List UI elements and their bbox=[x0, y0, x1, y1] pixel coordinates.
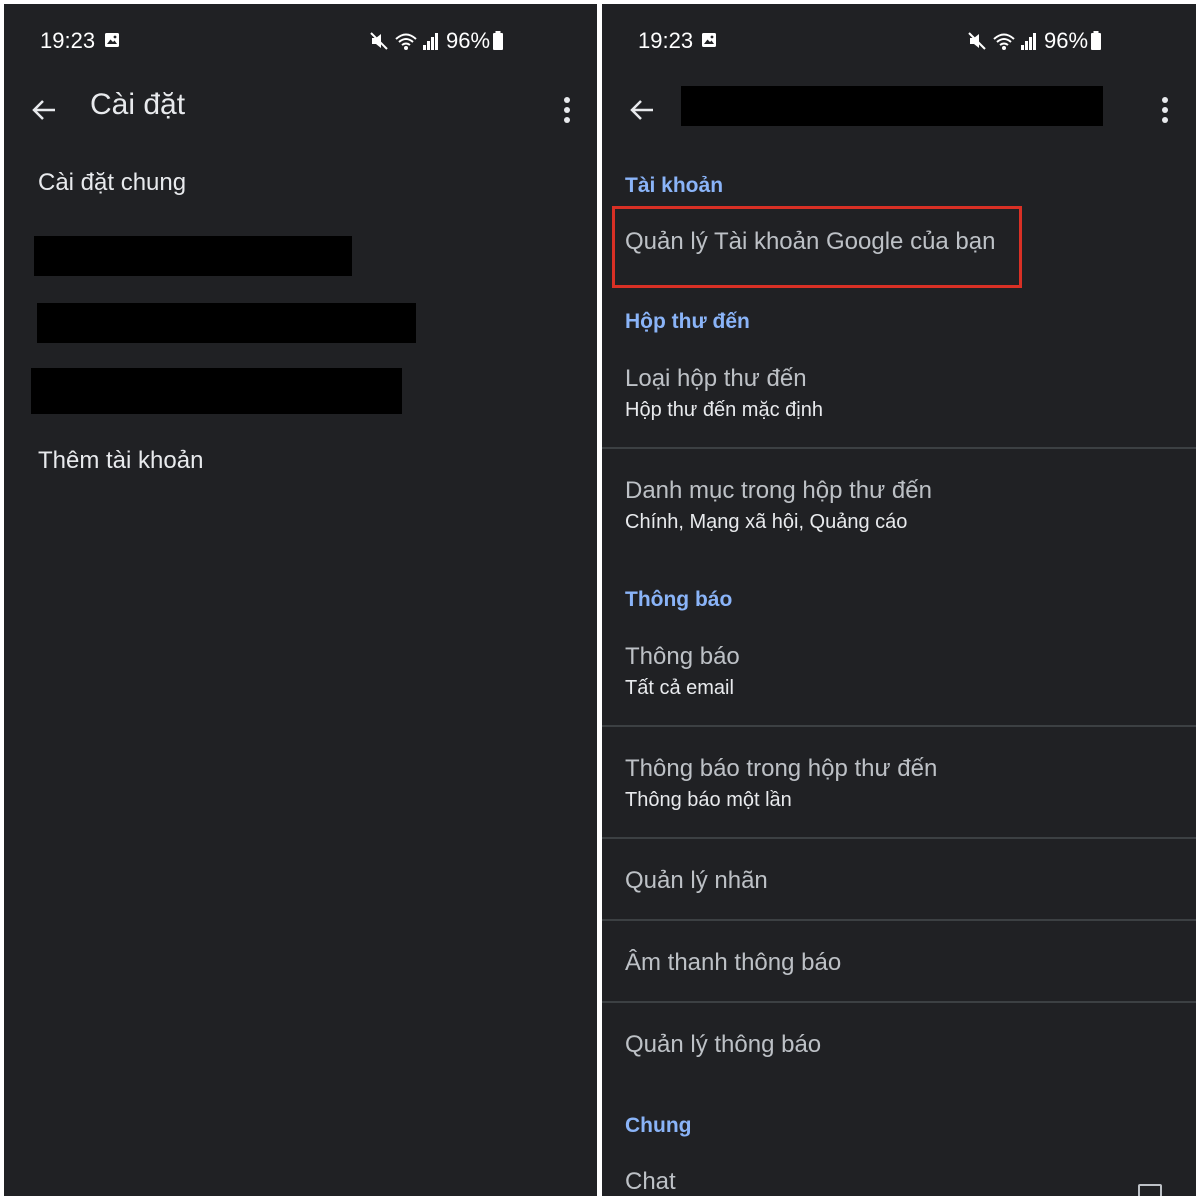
chat-checkbox[interactable] bbox=[1138, 1184, 1162, 1196]
divider bbox=[602, 725, 1196, 727]
settings-screen: 19:23 96% Cài đặt Cài đặt chung Thêm tài… bbox=[4, 4, 597, 1196]
gallery-icon bbox=[702, 33, 716, 47]
more-options-icon[interactable] bbox=[1145, 90, 1185, 130]
signal-icon bbox=[1021, 33, 1036, 50]
inbox-type-title[interactable]: Loại hộp thư đến bbox=[625, 365, 807, 393]
battery-icon bbox=[493, 31, 504, 50]
add-account-item[interactable]: Thêm tài khoản bbox=[38, 447, 203, 475]
inbox-notifications-subtitle: Thông báo một lần bbox=[625, 789, 792, 811]
highlight-box bbox=[612, 206, 1022, 288]
battery-icon bbox=[1091, 31, 1102, 50]
signal-icon bbox=[423, 33, 438, 50]
battery-percent: 96% bbox=[446, 28, 491, 53]
mute-icon bbox=[968, 32, 986, 50]
section-header-inbox: Hộp thư đến bbox=[625, 310, 750, 333]
divider bbox=[602, 919, 1196, 921]
status-time: 19:23 bbox=[40, 28, 96, 53]
redacted-account-1[interactable] bbox=[34, 236, 352, 276]
section-header-account: Tài khoản bbox=[625, 174, 724, 197]
status-time: 19:23 bbox=[638, 28, 694, 53]
redacted-account-2[interactable] bbox=[37, 303, 416, 343]
more-options-icon[interactable] bbox=[547, 90, 587, 130]
section-header-general: Chung bbox=[625, 1114, 692, 1137]
inbox-type-subtitle: Hộp thư đến mặc định bbox=[625, 399, 823, 421]
account-settings-screen: 19:23 96% Tài khoản Quản lý Tài khoản Go… bbox=[602, 4, 1196, 1196]
inbox-categories-title[interactable]: Danh mục trong hộp thư đến bbox=[625, 477, 932, 505]
notifications-title[interactable]: Thông báo bbox=[625, 643, 740, 671]
inbox-notifications-title[interactable]: Thông báo trong hộp thư đến bbox=[625, 755, 937, 783]
manage-labels-item[interactable]: Quản lý nhãn bbox=[625, 867, 768, 895]
divider bbox=[602, 1001, 1196, 1003]
divider bbox=[602, 837, 1196, 839]
redacted-account-3[interactable] bbox=[31, 368, 402, 414]
back-arrow-icon[interactable] bbox=[622, 90, 662, 130]
battery-percent: 96% bbox=[1044, 28, 1089, 53]
manage-notifications-item[interactable]: Quản lý thông báo bbox=[625, 1031, 821, 1059]
redacted-account-email bbox=[681, 86, 1103, 126]
status-bar: 19:23 96% bbox=[4, 4, 597, 84]
inbox-categories-subtitle: Chính, Mạng xã hội, Quảng cáo bbox=[625, 511, 908, 533]
wifi-icon bbox=[993, 33, 1015, 50]
mute-icon bbox=[370, 32, 388, 50]
divider bbox=[602, 447, 1196, 449]
status-indicators: 96% bbox=[966, 28, 1102, 54]
gallery-icon bbox=[105, 33, 119, 47]
general-settings-item[interactable]: Cài đặt chung bbox=[38, 169, 186, 197]
back-arrow-icon[interactable] bbox=[24, 90, 64, 130]
wifi-icon bbox=[395, 33, 417, 50]
chat-item[interactable]: Chat bbox=[625, 1168, 676, 1196]
page-title: Cài đặt bbox=[90, 88, 186, 121]
notification-sound-item[interactable]: Âm thanh thông báo bbox=[625, 949, 841, 977]
status-indicators: 96% bbox=[368, 28, 504, 54]
status-bar: 19:23 96% bbox=[602, 4, 1196, 84]
notifications-subtitle: Tất cả email bbox=[625, 677, 734, 699]
section-header-notifications: Thông báo bbox=[625, 588, 733, 611]
